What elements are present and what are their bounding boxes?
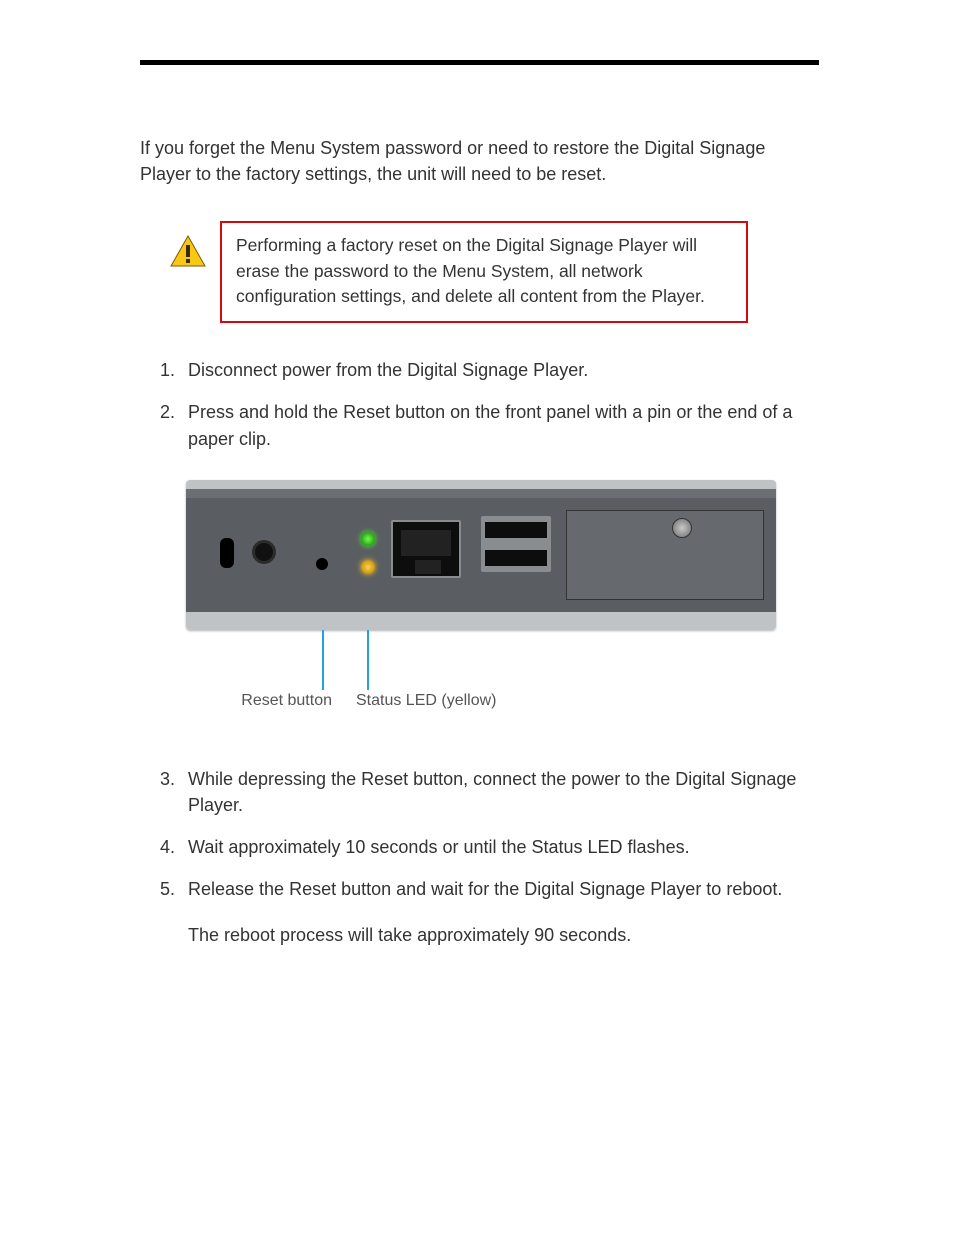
step-text: Wait approximately 10 seconds or until t… xyxy=(188,834,819,860)
page-content: If you forget the Menu System password o… xyxy=(0,0,954,1008)
device-figure: Reset button Status LED (yellow) xyxy=(186,480,819,720)
step-text: While depressing the Reset button, conne… xyxy=(188,766,819,818)
warning-icon xyxy=(170,235,206,267)
figure-callouts: Reset button Status LED (yellow) xyxy=(186,630,776,720)
callout-label-reset: Reset button xyxy=(222,692,332,710)
callout-label-led: Status LED (yellow) xyxy=(356,692,497,710)
header-rule xyxy=(140,60,819,65)
warning-text: Performing a factory reset on the Digita… xyxy=(236,235,705,306)
step-number: 2. xyxy=(160,399,188,451)
kensington-slot xyxy=(220,538,234,568)
expansion-panel xyxy=(566,510,764,600)
step-text: Press and hold the Reset button on the f… xyxy=(188,399,819,451)
usb-ports xyxy=(481,516,551,572)
step-5: 5. Release the Reset button and wait for… xyxy=(160,876,819,902)
intro-paragraph: If you forget the Menu System password o… xyxy=(140,135,819,187)
step-4: 4. Wait approximately 10 seconds or unti… xyxy=(160,834,819,860)
status-led-yellow xyxy=(361,560,375,574)
power-led-green xyxy=(361,532,375,546)
audio-jack xyxy=(252,540,276,564)
step-text: Disconnect power from the Digital Signag… xyxy=(188,357,819,383)
step-1: 1. Disconnect power from the Digital Sig… xyxy=(160,357,819,383)
step-number: 1. xyxy=(160,357,188,383)
step-text: Release the Reset button and wait for th… xyxy=(188,876,819,902)
device-front-panel xyxy=(186,480,776,630)
step-number: 3. xyxy=(160,766,188,818)
step-3: 3. While depressing the Reset button, co… xyxy=(160,766,819,818)
warning-callout: Performing a factory reset on the Digita… xyxy=(170,221,819,323)
step-2: 2. Press and hold the Reset button on th… xyxy=(160,399,819,451)
steps-list: 1. Disconnect power from the Digital Sig… xyxy=(160,357,819,451)
step-number: 4. xyxy=(160,834,188,860)
callout-line-reset xyxy=(322,630,324,690)
panel-screw xyxy=(672,518,692,538)
reset-button-hole xyxy=(316,558,328,570)
callout-line-led xyxy=(367,630,369,690)
warning-box: Performing a factory reset on the Digita… xyxy=(220,221,748,323)
steps-list-continued: 3. While depressing the Reset button, co… xyxy=(160,766,819,902)
ethernet-port xyxy=(391,520,461,578)
reboot-note: The reboot process will take approximate… xyxy=(188,922,819,948)
step-number: 5. xyxy=(160,876,188,902)
